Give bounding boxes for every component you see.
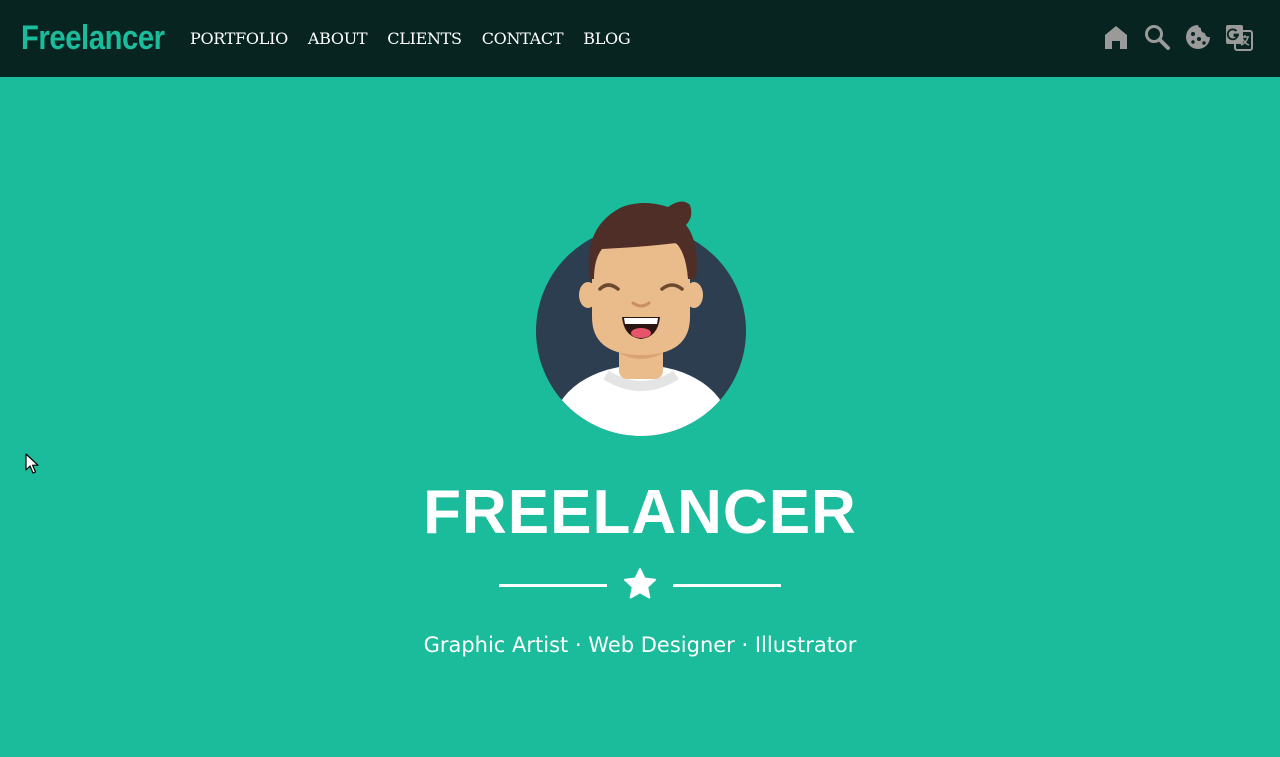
nav-icons <box>1090 22 1254 52</box>
hero-title: FREELANCER <box>423 478 857 547</box>
nav-link-contact[interactable]: CONTACT <box>482 29 564 48</box>
cookie-icon[interactable] <box>1183 22 1213 52</box>
brand-logo[interactable]: Freelancer <box>21 19 165 58</box>
star-icon <box>624 568 656 599</box>
home-icon[interactable] <box>1101 22 1131 52</box>
nav-link-portfolio[interactable]: PORTFOLIO <box>190 29 288 48</box>
search-icon[interactable] <box>1142 22 1172 52</box>
divider-line-left <box>499 584 607 587</box>
mouse-cursor-icon <box>25 453 39 474</box>
divider-line-right <box>673 584 781 587</box>
nav-link-clients[interactable]: CLIENTS <box>387 29 462 48</box>
navbar: Freelancer PORTFOLIO ABOUT CLIENTS CONTA… <box>0 0 1280 77</box>
nav-link-about[interactable]: ABOUT <box>308 29 368 48</box>
hero-subtitle: Graphic Artist · Web Designer · Illustra… <box>423 633 857 657</box>
nav-link-blog[interactable]: BLOG <box>583 29 630 48</box>
star-divider <box>499 567 781 603</box>
nav-links: PORTFOLIO ABOUT CLIENTS CONTACT BLOG <box>190 29 650 48</box>
avatar-illustration <box>536 201 746 436</box>
translate-icon[interactable] <box>1224 22 1254 52</box>
hero-section: FREELANCER Graphic Artist · Web Designer… <box>0 77 1280 757</box>
